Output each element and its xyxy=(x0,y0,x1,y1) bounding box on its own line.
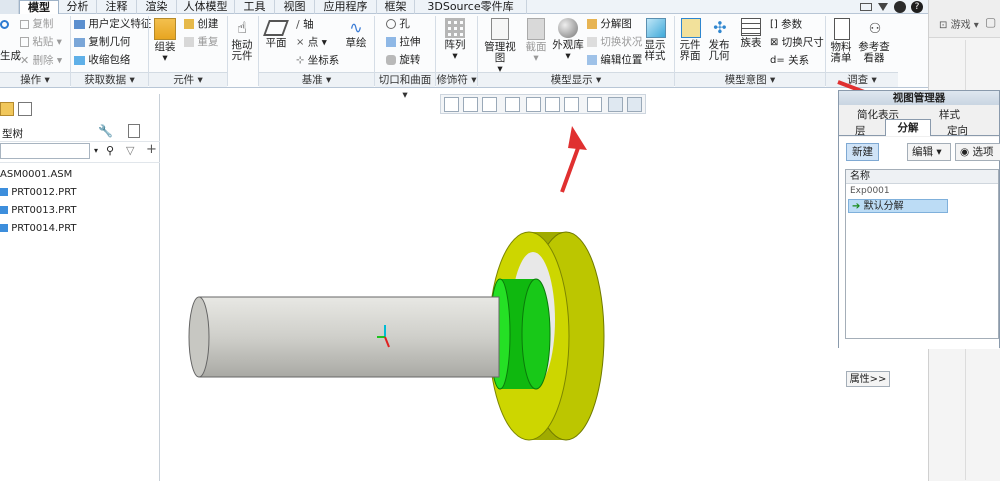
tabs-top-row: 简化表示 样式 xyxy=(839,106,999,122)
dialog-title: 视图管理器 xyxy=(839,91,999,105)
explode-tab-content: 新建 编辑 ▾ ◉ 选项 名称 Exp0001 ➔ 默认分解 属性>> xyxy=(839,137,1000,387)
view-manager-dialog: 视图管理器 简化表示 样式 层 分解 定向 新建 编辑 ▾ ◉ 选项 名称 Ex… xyxy=(838,90,1000,387)
new-button[interactable]: 新建 xyxy=(846,143,879,161)
properties-button[interactable]: 属性>> xyxy=(846,371,890,387)
list-item[interactable]: Exp0001 xyxy=(850,186,890,196)
explode-list: 名称 Exp0001 ➔ 默认分解 xyxy=(845,169,999,339)
list-item-selected[interactable]: ➔ 默认分解 xyxy=(848,199,948,213)
tabs-bottom-row: 层 分解 定向 xyxy=(839,119,999,138)
edit-button[interactable]: 编辑 ▾ xyxy=(907,143,951,161)
tab-style[interactable]: 样式 xyxy=(939,107,960,122)
eye-icon: ◉ xyxy=(960,146,970,158)
arrow-up-shaft xyxy=(560,147,580,193)
tab-layers[interactable]: 层 xyxy=(855,123,866,138)
options-button[interactable]: ◉ 选项 xyxy=(955,143,1000,161)
arrow-right-icon: ➔ xyxy=(852,201,861,212)
list-header-name: 名称 xyxy=(846,170,998,184)
arrow-up-head xyxy=(568,126,587,150)
tab-explode[interactable]: 分解 xyxy=(885,119,931,136)
tab-orient[interactable]: 定向 xyxy=(947,123,968,138)
